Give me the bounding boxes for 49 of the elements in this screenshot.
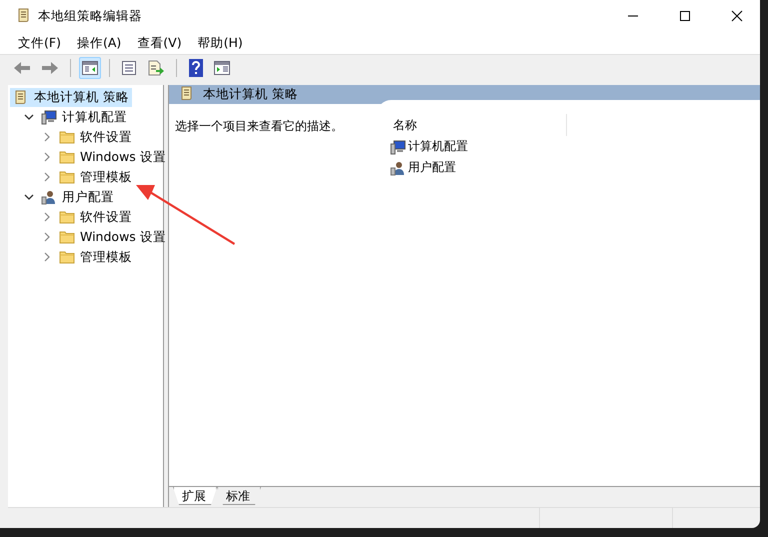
tree-item[interactable]: 计算机配置 xyxy=(38,108,130,126)
tree-toggle-button[interactable] xyxy=(79,57,101,79)
view-tab[interactable]: 标准 xyxy=(217,487,261,505)
tree-item[interactable]: 管理模板 xyxy=(56,248,135,266)
user-icon xyxy=(390,160,406,176)
folder-icon xyxy=(59,210,75,224)
computer-icon xyxy=(390,138,406,154)
tree-item[interactable]: Windows 设置 xyxy=(56,228,169,246)
tree-item[interactable]: Windows 设置 xyxy=(56,148,169,166)
tree-item[interactable]: 软件设置 xyxy=(56,128,135,146)
help-icon xyxy=(189,59,203,77)
expand-chevron-icon[interactable] xyxy=(44,152,50,162)
properties-icon xyxy=(121,60,137,76)
pane-title: 本地计算机 策略 xyxy=(203,86,298,103)
folder-icon xyxy=(59,250,75,264)
collapse-chevron-icon[interactable] xyxy=(24,114,34,120)
menu-item[interactable]: 帮助(H) xyxy=(190,34,251,52)
view-tab[interactable]: 扩展 xyxy=(173,487,217,505)
folder-icon xyxy=(59,130,75,144)
back-arrow-icon xyxy=(13,60,31,76)
tree-item[interactable]: 管理模板 xyxy=(56,168,135,186)
expand-chevron-icon[interactable] xyxy=(44,132,50,142)
expand-chevron-icon[interactable] xyxy=(44,172,50,182)
close-icon xyxy=(731,10,743,22)
expand-chevron-icon[interactable] xyxy=(44,252,50,262)
menu-item[interactable]: 操作(A) xyxy=(68,34,130,52)
folder-icon xyxy=(59,150,75,164)
computer-icon xyxy=(41,109,57,125)
list-item[interactable]: 用户配置 xyxy=(390,157,456,178)
expand-chevron-icon[interactable] xyxy=(44,212,50,222)
tree-item[interactable]: 软件设置 xyxy=(56,208,135,226)
tree-item[interactable]: 用户配置 xyxy=(38,188,117,206)
export-list-icon xyxy=(147,60,165,76)
tree-item[interactable]: 本地计算机 策略 xyxy=(10,88,132,106)
maximize-icon xyxy=(679,10,691,22)
menu-item[interactable]: 查看(V) xyxy=(129,34,190,52)
collapse-chevron-icon[interactable] xyxy=(24,194,34,200)
user-icon xyxy=(41,189,57,205)
folder-icon xyxy=(59,170,75,184)
window-title: 本地组策略编辑器 xyxy=(38,8,143,24)
list-item[interactable]: 计算机配置 xyxy=(390,136,468,157)
forward-arrow-icon xyxy=(41,60,59,76)
column-header[interactable]: 名称 xyxy=(390,114,567,136)
menu-item[interactable]: 文件(F) xyxy=(10,34,69,52)
action-pane-icon xyxy=(214,61,230,75)
folder-icon xyxy=(59,230,75,244)
description-text: 选择一个项目来查看它的描述。 xyxy=(174,118,344,135)
expand-chevron-icon[interactable] xyxy=(44,232,50,242)
pane-toggle-icon xyxy=(82,61,98,75)
